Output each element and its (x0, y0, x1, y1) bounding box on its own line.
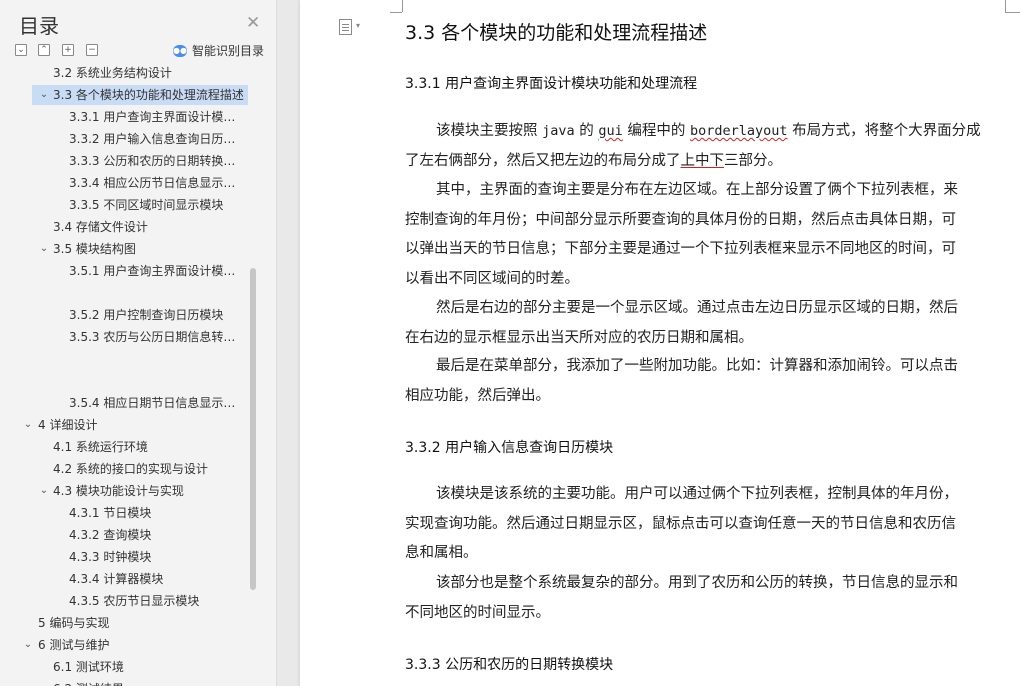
toc-item[interactable]: 3.3.3 公历和农历的日期转换模块 (10, 150, 256, 172)
paragraph: 最后是在菜单部分，我添加了一些附加功能。比如：计算器和添加闹铃。可以点击 相应功… (405, 358, 958, 404)
toc-list: 3.2 系统业务结构设计 ⌄ 3.3 各个模块的功能和处理流程描述 3.3.1 用户查… (10, 66, 256, 686)
toc-item[interactable]: 3.2 系统业务结构设计 (10, 66, 256, 84)
toc-item-label: 4 详细设计 (38, 418, 98, 432)
expand-level-icon[interactable]: ⌃ (38, 44, 50, 56)
toc-item-label: 4.3 模块功能设计与实现 (53, 484, 184, 498)
toc-item-label: 6.2 测试结果 (53, 678, 248, 686)
toc-item[interactable]: 3.3.5 不同区域时间显示模块 (10, 194, 256, 216)
toc-item[interactable]: 4.3.2 查询模块 (10, 524, 256, 546)
subsection-heading: 3.3.3 公历和农历的日期转换模块 (405, 657, 614, 673)
toc-item-label: 3.5 模块结构图 (53, 242, 136, 256)
toc-item[interactable]: ⌄ 4 详细设计 (10, 414, 256, 436)
toc-item[interactable]: ⌄ 3.3 各个模块的功能和处理流程描述 (10, 84, 256, 106)
toc-item-label: 4.3.1 节日模块 (69, 506, 152, 520)
chevron-down-icon[interactable]: ⌄ (38, 480, 50, 502)
toc-item[interactable]: ⌄ 4.3 模块功能设计与实现 (10, 480, 256, 502)
toc-item-label: 3.5.1 用户查询主界面设计模块功能和处理流程 (69, 264, 237, 278)
paragraph: 该模块主要按照 java 的 gui 编程中的 borderlayout 布局方… (405, 123, 981, 169)
toc-item-label: 4.3.2 查询模块 (69, 528, 152, 542)
paragraph-layout-icon[interactable] (339, 19, 352, 35)
toc-item[interactable]: 3.3.4 相应公历节日信息显示模块 (10, 172, 256, 194)
toc-item (10, 282, 256, 304)
toc-scrollbar[interactable] (250, 268, 256, 590)
paragraph: 然后是右边的部分主要是一个显示区域。通过点击左边日历显示区域的日期，然后 在右边… (405, 300, 958, 346)
toc-item-label: 3.3.2 用户输入信息查询日历模块 (69, 132, 237, 146)
toc-item[interactable]: 3.4 存储文件设计 (10, 216, 256, 238)
smart-toc-button[interactable]: ●● 智能识别目录 (173, 42, 264, 59)
page-corner-mark (402, 0, 403, 12)
toc-title: 目录 (19, 14, 59, 38)
toc-item[interactable]: 4.3.5 农历节日显示模块 (10, 590, 256, 612)
section-heading: 3.3 各个模块的功能和处理流程描述 (405, 22, 708, 44)
toc-item[interactable]: 6.2 测试结果 (10, 678, 256, 686)
toc-item (10, 370, 256, 392)
toc-panel: 目录 ✕ ⌄ ⌃ + − ●● 智能识别目录 3.2 系统业务结构设计 ⌄ 3.3 … (0, 0, 277, 686)
toc-item-label: 3.4 存储文件设计 (53, 220, 148, 234)
toc-item-label: 3.3.4 相应公历节日信息显示模块 (69, 176, 237, 190)
add-heading-icon[interactable]: + (62, 44, 74, 56)
toc-item[interactable]: 3.5.4 相应日期节日信息显示模块 (10, 392, 256, 414)
paragraph: 该模块是该系统的主要功能。用户可以通过俩个下拉列表框，控制具体的年月份， 实现查… (405, 486, 958, 561)
toc-item[interactable]: ⌄ 6 测试与维护 (10, 634, 256, 656)
toc-item[interactable]: 3.5.3 农历与公历日期信息转换模块 (10, 326, 256, 348)
smart-recognize-icon: ●● (173, 44, 187, 57)
toc-item[interactable]: 4.3.1 节日模块 (10, 502, 256, 524)
toc-item-label: 6 测试与维护 (38, 638, 110, 652)
toc-item-label: 3.3.1 用户查询主界面设计模块功能和处理流程 (69, 110, 237, 124)
toc-item-label: 4.1 系统运行环境 (53, 440, 148, 454)
toc-item[interactable]: 6.1 测试环境 (10, 656, 256, 678)
toc-item-label: 3.5.4 相应日期节日信息显示模块 (69, 396, 237, 410)
toc-item[interactable]: 5 编码与实现 (10, 612, 256, 634)
toc-item (10, 348, 256, 370)
toc-item-label: 4.3.5 农历节日显示模块 (69, 594, 200, 608)
smart-toc-label: 智能识别目录 (192, 44, 265, 58)
toc-item-label: 3.5.2 用户控制查询日历模块 (69, 308, 224, 322)
toc-item[interactable]: 3.3.2 用户输入信息查询日历模块 (10, 128, 256, 150)
toc-item-label: 4.3.4 计算器模块 (69, 572, 164, 586)
toc-item[interactable]: 3.5.2 用户控制查询日历模块 (10, 304, 256, 326)
toc-item-label: 6.1 测试环境 (53, 660, 124, 674)
subsection-heading: 3.3.1 用户查询主界面设计模块功能和处理流程 (405, 76, 698, 92)
chevron-down-icon[interactable]: ⌄ (22, 634, 34, 656)
subsection-heading: 3.3.2 用户输入信息查询日历模块 (405, 440, 614, 456)
toc-item-label: 5 编码与实现 (38, 616, 110, 630)
close-icon[interactable]: ✕ (246, 13, 260, 33)
toc-item-label: 3.2 系统业务结构设计 (53, 66, 172, 80)
paragraph: 其中，主界面的查询主要是分布在左边区域。在上部分设置了俩个下拉列表框，来 控制查… (405, 182, 958, 287)
chevron-down-icon[interactable]: ⌄ (22, 414, 34, 436)
chevron-down-icon[interactable]: ⌄ (38, 84, 50, 106)
toc-item[interactable]: 4.1 系统运行环境 (10, 436, 256, 458)
toc-item[interactable]: 4.2 系统的接口的实现与设计 (10, 458, 256, 480)
toc-item-label: 4.2 系统的接口的实现与设计 (53, 462, 208, 476)
toc-item[interactable]: 4.3.3 时钟模块 (10, 546, 256, 568)
page-corner-mark (1005, 0, 1006, 12)
toc-item[interactable]: ⌄ 3.5 模块结构图 (10, 238, 256, 260)
collapse-all-icon[interactable]: ⌄ (15, 44, 27, 56)
toc-item-label: 4.3.3 时钟模块 (69, 550, 152, 564)
chevron-down-icon[interactable]: ⌄ (38, 238, 50, 260)
toc-item-label: 3.3.5 不同区域时间显示模块 (69, 198, 224, 212)
page-corner-mark (1005, 12, 1020, 13)
toc-item[interactable]: 3.3.1 用户查询主界面设计模块功能和处理流程 (10, 106, 256, 128)
chevron-down-icon[interactable]: ▾ (356, 21, 360, 30)
toc-item-label: 3.3 各个模块的功能和处理流程描述 (53, 88, 244, 102)
toc-item-label: 3.3.3 公历和农历的日期转换模块 (69, 154, 237, 168)
remove-heading-icon[interactable]: − (86, 44, 98, 56)
paragraph: 该部分也是整个系统最复杂的部分。用到了农历和公历的转换，节日信息的显示和 不同地… (405, 575, 958, 621)
toc-item-label: 3.5.3 农历与公历日期信息转换模块 (69, 330, 237, 344)
page-corner-mark (390, 12, 402, 13)
toc-item[interactable]: 3.5.1 用户查询主界面设计模块功能和处理流程 (10, 260, 256, 282)
toc-item[interactable]: 4.3.4 计算器模块 (10, 568, 256, 590)
